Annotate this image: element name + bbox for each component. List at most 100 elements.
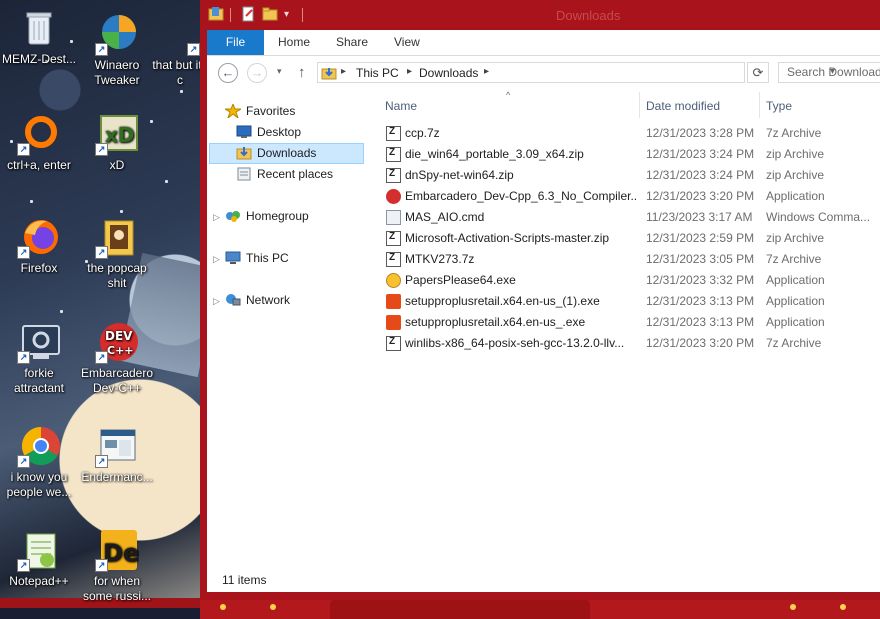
properties-icon[interactable] (240, 6, 256, 22)
breadcrumb-separator-icon[interactable]: ▸ (407, 66, 412, 77)
column-header-date-modified[interactable]: Date modified (646, 96, 720, 116)
new-folder-icon[interactable] (262, 6, 278, 22)
file-name[interactable]: setupproplusretail.x64.en-us_(1).exe (405, 294, 637, 308)
chrome-icon: ↗ (17, 424, 61, 468)
expand-chevron-icon[interactable]: ▷ (213, 254, 220, 265)
file-row[interactable]: setupproplusretail.x64.en-us_(1).exe 12/3… (384, 291, 880, 312)
forward-button[interactable]: → (247, 63, 267, 83)
desktop-icon-popcap[interactable]: ↗ the popcap shit (78, 215, 156, 291)
breadcrumb-separator-icon[interactable]: ▸ (484, 66, 489, 77)
de-icon: De ↗ (95, 528, 139, 572)
tab-share[interactable]: Share (336, 30, 368, 55)
xd-icon: xD ↗ (95, 112, 139, 156)
expand-chevron-icon[interactable]: ▷ (213, 212, 220, 223)
recent-locations-chevron-icon[interactable]: ▾ (277, 66, 282, 77)
computer-icon (225, 251, 241, 265)
desktop-icon-forkie[interactable]: ↗ forkie attractant (0, 320, 78, 396)
archive-icon (386, 336, 401, 351)
file-row[interactable]: MAS_AIO.cmd 11/23/2023 3:17 AM Windows Com… (384, 207, 880, 228)
file-date-modified: 12/31/2023 3:20 PM (646, 336, 755, 350)
file-date-modified: 12/31/2023 3:13 PM (646, 294, 755, 308)
breadcrumb-downloads[interactable]: Downloads (419, 66, 478, 80)
desktop-icon-ctrl-a[interactable]: ↗ ctrl+a, enter (0, 112, 78, 173)
file-list: ^ Name Date modified Type ccp.7z 12/31/20… (384, 90, 880, 562)
nav-desktop[interactable]: Desktop (236, 122, 301, 142)
star-icon (223, 102, 243, 120)
file-date-modified: 11/23/2023 3:17 AM (646, 210, 753, 224)
file-row[interactable]: ccp.7z 12/31/2023 3:28 PM 7z Archive (384, 123, 880, 144)
nav-network[interactable]: Network (225, 290, 290, 310)
up-arrow-icon[interactable]: ↑ (298, 64, 306, 81)
desktop-icon-xd[interactable]: xD ↗ xD (78, 112, 156, 173)
desktop-icon-notepadpp[interactable]: ↗ Notepad++ (0, 528, 78, 589)
tab-home[interactable]: Home (278, 30, 310, 55)
nav-this-pc[interactable]: This PC (225, 248, 289, 268)
file-type: Application (766, 294, 825, 308)
file-type: 7z Archive (766, 252, 822, 266)
file-name[interactable]: winlibs-x86_64-posix-seh-gcc-13.2.0-llv.… (405, 336, 637, 350)
file-name[interactable]: Microsoft-Activation-Scripts-master.zip (405, 231, 637, 245)
tab-view[interactable]: View (394, 30, 420, 55)
file-date-modified: 12/31/2023 3:20 PM (646, 189, 755, 203)
file-date-modified: 12/31/2023 3:13 PM (646, 315, 755, 329)
downloads-icon (236, 146, 252, 160)
file-name[interactable]: MAS_AIO.cmd (405, 210, 637, 224)
expand-chevron-icon[interactable]: ▷ (213, 296, 220, 307)
svg-text:C++: C++ (107, 344, 134, 357)
desktop-icon-enderman[interactable]: ↗ Endermanc... (78, 424, 156, 485)
archive-icon (386, 252, 401, 267)
file-row[interactable]: setupproplusretail.x64.en-us_.exe 12/31/2… (384, 312, 880, 333)
nav-recent-places[interactable]: Recent places (236, 164, 333, 184)
desktop-icon-de[interactable]: De ↗ for when some russi... (78, 528, 156, 604)
file-date-modified: 12/31/2023 3:32 PM (646, 273, 755, 287)
address-bar[interactable]: ▸ This PC ▸ Downloads ▸ ▾ (317, 62, 835, 83)
office-installer-icon (386, 294, 401, 309)
desktop-icon-memz[interactable]: MEMZ-Dest... (0, 6, 78, 67)
svg-text:xD: xD (105, 123, 135, 147)
file-type: zip Archive (766, 147, 825, 161)
nav-homegroup[interactable]: Homegroup (225, 206, 309, 226)
command-script-icon (386, 210, 401, 225)
recycle-bin-icon (17, 6, 61, 50)
file-row[interactable]: Microsoft-Activation-Scripts-master.zip 1… (384, 228, 880, 249)
file-name[interactable]: setupproplusretail.x64.en-us_.exe (405, 315, 637, 329)
column-header-type[interactable]: Type (766, 96, 792, 116)
desktop-icon-chrome[interactable]: ↗ i know you people we... (0, 424, 78, 500)
file-row[interactable]: dnSpy-net-win64.zip 12/31/2023 3:24 PM zip… (384, 165, 880, 186)
file-row[interactable]: MTKV273.7z 12/31/2023 3:05 PM 7z Archive (384, 249, 880, 270)
archive-icon (386, 231, 401, 246)
refresh-button[interactable]: ⟳ (747, 62, 769, 83)
search-input[interactable]: Search Downloads (778, 62, 880, 83)
breadcrumb-separator-icon[interactable]: ▸ (341, 66, 346, 77)
customize-toolbar-chevron-icon[interactable]: ▾ (284, 9, 300, 25)
file-name[interactable]: PapersPlease64.exe (405, 273, 637, 287)
ribbon-tabs: File Home Share View (207, 30, 880, 56)
file-row[interactable]: PapersPlease64.exe 12/31/2023 3:32 PM Appl… (384, 270, 880, 291)
back-button[interactable]: ← (218, 63, 238, 83)
file-name[interactable]: ccp.7z (405, 126, 637, 140)
desktop-icon-firefox[interactable]: ↗ Firefox (0, 215, 78, 276)
file-row[interactable]: die_win64_portable_3.09_x64.zip 12/31/202… (384, 144, 880, 165)
archive-icon (386, 147, 401, 162)
file-date-modified: 12/31/2023 3:05 PM (646, 252, 755, 266)
file-name[interactable]: dnSpy-net-win64.zip (405, 168, 637, 182)
enderman-icon: ↗ (95, 424, 139, 468)
breadcrumb-this-pc[interactable]: This PC (356, 66, 399, 80)
file-type: zip Archive (766, 168, 825, 182)
svg-text:De: De (103, 539, 139, 567)
file-row[interactable]: winlibs-x86_64-posix-seh-gcc-13.2.0-llv.… (384, 333, 880, 354)
tab-file[interactable]: File (207, 30, 264, 55)
file-name[interactable]: Embarcadero_Dev-Cpp_6.3_No_Compiler... (405, 189, 637, 203)
column-header-name[interactable]: Name (385, 96, 417, 116)
homegroup-icon (225, 209, 241, 223)
nav-downloads[interactable]: Downloads (236, 143, 316, 163)
orange-ring-icon: ↗ (17, 112, 61, 156)
file-name[interactable]: die_win64_portable_3.09_x64.zip (405, 147, 637, 161)
desktop-icon-winaero[interactable]: ↗ Winaero Tweaker (78, 12, 156, 88)
file-row[interactable]: Embarcadero_Dev-Cpp_6.3_No_Compiler... 12… (384, 186, 880, 207)
title-bar[interactable]: ▾ Downloads (200, 0, 880, 30)
nav-favorites[interactable]: Favorites (223, 101, 295, 121)
desktop-icon-devcpp[interactable]: DEV C++ ↗ Embarcadero Dev-C++ (78, 320, 156, 396)
file-name[interactable]: MTKV273.7z (405, 252, 637, 266)
network-icon (225, 293, 241, 307)
